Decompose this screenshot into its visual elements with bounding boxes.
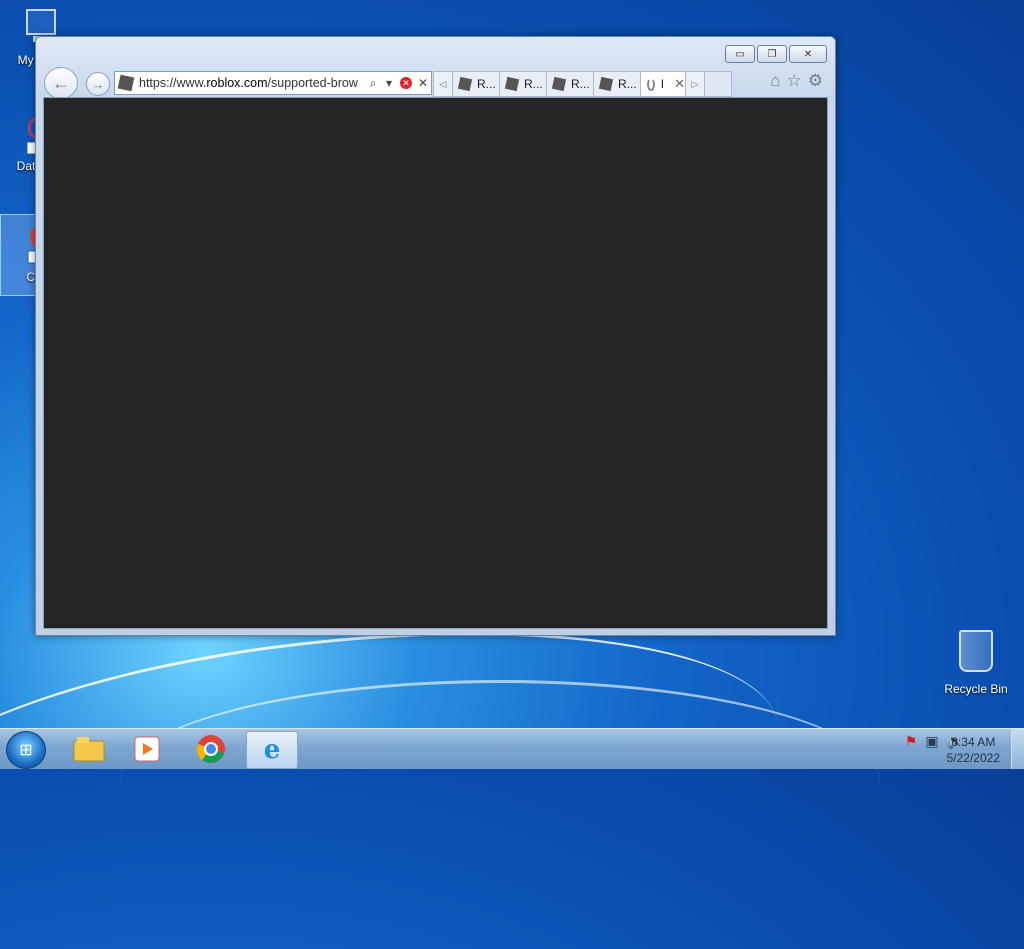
action-center-flag-icon[interactable]: ⚑ xyxy=(905,733,918,750)
tab-active-loading[interactable]: I ✕ xyxy=(641,71,686,97)
address-bar[interactable]: https://www.roblox.com/supported-brow ⌕ … xyxy=(114,71,432,95)
favorites-star-icon[interactable]: ☆ xyxy=(787,71,802,91)
network-icon[interactable]: ▣ xyxy=(925,733,938,750)
clock-date: 5/22/2022 xyxy=(946,751,1000,765)
desktop-icon-recycle-bin[interactable]: Recycle Bin xyxy=(940,630,1012,696)
search-icon[interactable]: ⌕ xyxy=(365,76,381,91)
tab-roblox-2[interactable]: R... xyxy=(500,71,547,97)
back-arrow-icon: ← xyxy=(52,72,70,93)
taskbar-internet-explorer-button[interactable]: e xyxy=(246,731,298,769)
command-icons: ⌂ ☆ ⚙ xyxy=(770,71,823,91)
tab-scroll-right-button[interactable]: ▷ xyxy=(686,71,705,97)
url-domain: roblox.com xyxy=(206,76,268,90)
forward-arrow-icon: → xyxy=(91,76,105,92)
tab-label: I xyxy=(660,77,665,91)
windows-explorer-icon xyxy=(73,737,105,762)
show-desktop-button[interactable] xyxy=(1011,729,1024,769)
tab-label: R... xyxy=(571,77,590,91)
address-dropdown-icon[interactable]: ▾ xyxy=(381,76,397,90)
loading-spinner-icon xyxy=(647,77,655,91)
system-clock[interactable]: 8:34 AM 5/22/2022 xyxy=(947,734,1000,766)
internet-explorer-icon: e xyxy=(263,735,281,765)
internet-explorer-window[interactable]: ▭ ❐ ✕ ← → https://www.roblox.com/support… xyxy=(35,36,836,636)
page-content-area[interactable] xyxy=(43,97,828,629)
minimize-icon: ▭ xyxy=(735,48,745,60)
restore-button[interactable]: ❐ xyxy=(757,45,787,63)
desktop-icon-label: Recycle Bin xyxy=(944,682,1008,696)
start-button[interactable]: ⊞ xyxy=(6,731,46,769)
clock-time: 8:34 AM xyxy=(951,735,996,749)
tab-label: R... xyxy=(524,77,543,91)
taskbar-explorer-button[interactable] xyxy=(64,731,114,767)
roblox-favicon-icon xyxy=(551,76,567,92)
tab-label: R... xyxy=(477,77,496,91)
close-button[interactable]: ✕ xyxy=(789,45,827,63)
taskbar: ⊞ e ⚑ ▣ 🔈 8:34 AM 5/22/2022 xyxy=(0,728,1024,769)
url-host: https://www. xyxy=(139,76,207,90)
tab-scroll-left-button[interactable]: ◁ xyxy=(433,71,453,97)
media-player-icon xyxy=(134,736,160,762)
taskbar-chrome-button[interactable] xyxy=(186,731,236,767)
restore-icon: ❐ xyxy=(767,48,777,60)
roblox-favicon-icon xyxy=(598,76,614,92)
tab-roblox-4[interactable]: R... xyxy=(594,71,641,97)
tab-roblox-1[interactable]: R... xyxy=(453,71,500,97)
minimize-button[interactable]: ▭ xyxy=(725,45,755,63)
stop-loading-icon[interactable]: ✕ xyxy=(415,76,431,90)
close-tab-icon[interactable]: ✕ xyxy=(674,76,685,92)
back-button[interactable]: ← xyxy=(44,67,78,99)
tab-label: R... xyxy=(618,77,637,91)
roblox-favicon-icon xyxy=(504,76,520,92)
address-url[interactable]: https://www.roblox.com/supported-brow xyxy=(139,76,365,90)
wallpaper-swoosh xyxy=(120,680,880,883)
close-icon: ✕ xyxy=(803,48,813,60)
taskbar-media-player-button[interactable] xyxy=(122,731,172,767)
home-icon[interactable]: ⌂ xyxy=(770,71,780,91)
recycle-bin-icon xyxy=(959,630,993,672)
tab-roblox-3[interactable]: R... xyxy=(547,71,594,97)
gear-icon[interactable]: ⚙ xyxy=(808,71,823,91)
new-tab-button[interactable] xyxy=(705,71,732,97)
tab-strip: ◁ R... R... R... R... I ✕ ▷ xyxy=(433,71,732,97)
windows-logo-icon: ⊞ xyxy=(19,742,33,759)
chrome-icon xyxy=(196,735,225,763)
chevron-left-icon: ◁ xyxy=(439,78,447,89)
url-path: /supported-brow xyxy=(267,76,358,90)
window-controls: ▭ ❐ ✕ xyxy=(725,45,827,63)
roblox-favicon-icon xyxy=(457,76,473,92)
site-favicon-icon xyxy=(117,74,135,92)
forward-button[interactable]: → xyxy=(86,72,110,96)
chevron-right-icon: ▷ xyxy=(691,78,699,89)
navigation-bar: ← → https://www.roblox.com/supported-bro… xyxy=(44,67,829,99)
security-error-icon[interactable]: ✕ xyxy=(400,77,412,89)
